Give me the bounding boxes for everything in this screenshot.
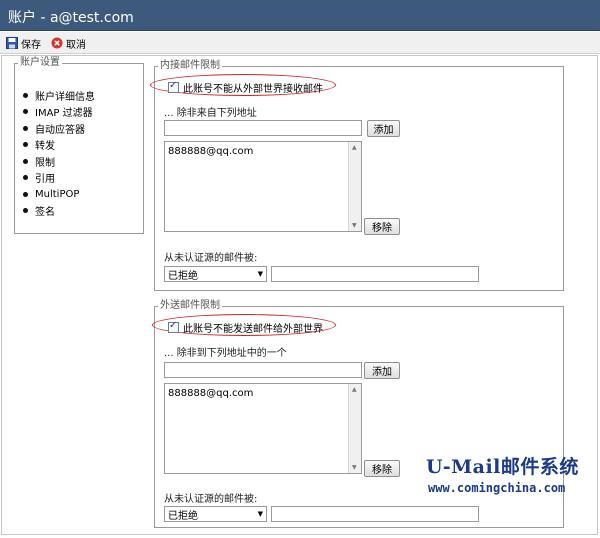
outgoing-address-list[interactable]: 888888@qq.com ▲ ▼ <box>164 383 362 474</box>
cancel-button[interactable]: 取消 <box>51 35 86 51</box>
save-button[interactable]: 保存 <box>6 35 41 51</box>
cancel-label: 取消 <box>66 39 86 51</box>
incoming-remove-button[interactable]: 移除 <box>364 218 400 235</box>
scroll-down-icon[interactable]: ▼ <box>352 464 357 471</box>
outgoing-restrict-checkbox[interactable]: 此账号不能发送邮件给外部世界 <box>168 320 323 335</box>
checkbox-checked-icon <box>168 320 179 333</box>
bullet-icon <box>23 191 28 197</box>
scrollbar[interactable]: ▲ ▼ <box>348 142 361 231</box>
bullet-icon <box>23 175 28 181</box>
scroll-down-icon[interactable]: ▼ <box>352 222 357 229</box>
list-item[interactable]: 888888@qq.com <box>168 146 253 157</box>
incoming-restrict-checkbox[interactable]: 此账号不能从外部世界接收邮件 <box>168 80 323 95</box>
scroll-up-icon[interactable]: ▲ <box>352 386 357 393</box>
nav-item-multipop[interactable]: MultiPOP <box>23 186 95 203</box>
scroll-up-icon[interactable]: ▲ <box>352 144 357 151</box>
outgoing-unauth-label: 从未认证源的邮件被: <box>164 494 258 505</box>
nav-item-restrictions[interactable]: 限制 <box>23 153 95 170</box>
incoming-except-label: ... 除非来自下列地址 <box>164 108 257 119</box>
outgoing-checkbox-label: 此账号不能发送邮件给外部世界 <box>183 324 323 335</box>
bullet-icon <box>23 109 28 115</box>
chevron-down-icon: ▼ <box>257 270 263 278</box>
outgoing-except-label: ... 除非到下列地址中的一个 <box>164 348 287 359</box>
window-title: 账户 - a@test.com <box>8 10 134 26</box>
incoming-unauth-value: 已拒绝 <box>168 270 198 282</box>
outgoing-address-input[interactable] <box>164 362 362 378</box>
incoming-unauth-select[interactable]: 已拒绝 ▼ <box>164 266 267 282</box>
chevron-down-icon: ▼ <box>257 510 263 518</box>
incoming-checkbox-label: 此账号不能从外部世界接收邮件 <box>183 84 323 95</box>
window-titlebar: 账户 - a@test.com <box>0 0 600 31</box>
incoming-unauth-label: 从未认证源的邮件被: <box>164 253 258 264</box>
incoming-extra-input[interactable] <box>271 266 479 282</box>
outgoing-remove-button[interactable]: 移除 <box>364 460 400 477</box>
toolbar: 保存 取消 <box>0 32 600 54</box>
nav-item-imap-filter[interactable]: IMAP 过滤器 <box>23 104 95 121</box>
cancel-icon <box>51 37 63 49</box>
bullet-icon <box>23 125 28 131</box>
save-label: 保存 <box>21 39 41 51</box>
incoming-add-button[interactable]: 添加 <box>367 120 400 137</box>
bullet-icon <box>23 142 28 148</box>
nav-legend: 账户设置 <box>18 57 62 69</box>
scrollbar[interactable]: ▲ ▼ <box>348 384 361 473</box>
outgoing-add-button[interactable]: 添加 <box>364 362 400 379</box>
nav-item-signature[interactable]: 签名 <box>23 203 95 220</box>
outgoing-unauth-select[interactable]: 已拒绝 ▼ <box>164 506 267 522</box>
bullet-icon <box>23 158 28 164</box>
incoming-address-list[interactable]: 888888@qq.com ▲ ▼ <box>164 141 362 232</box>
bullet-icon <box>23 92 28 98</box>
nav-item-forwarding[interactable]: 转发 <box>23 137 95 154</box>
outgoing-legend: 外送邮件限制 <box>158 300 222 312</box>
nav-item-account-details[interactable]: 账户详细信息 <box>23 87 95 104</box>
watermark-url: www.comingchina.com <box>428 481 566 495</box>
outgoing-extra-input[interactable] <box>271 506 479 522</box>
account-settings-nav: 账户设置 账户详细信息 IMAP 过滤器 自动应答器 转发 限制 引用 Mult… <box>14 57 144 234</box>
watermark-brand: U-Mail邮件系统 <box>426 456 579 478</box>
floppy-disk-icon <box>6 37 18 49</box>
outgoing-unauth-value: 已拒绝 <box>168 510 198 522</box>
nav-item-quota[interactable]: 引用 <box>23 170 95 187</box>
checkbox-checked-icon <box>168 80 179 93</box>
incoming-legend: 内接邮件限制 <box>158 60 222 72</box>
nav-item-autoresponder[interactable]: 自动应答器 <box>23 120 95 137</box>
incoming-address-input[interactable] <box>164 120 362 136</box>
list-item[interactable]: 888888@qq.com <box>168 388 253 399</box>
bullet-icon <box>23 208 28 214</box>
